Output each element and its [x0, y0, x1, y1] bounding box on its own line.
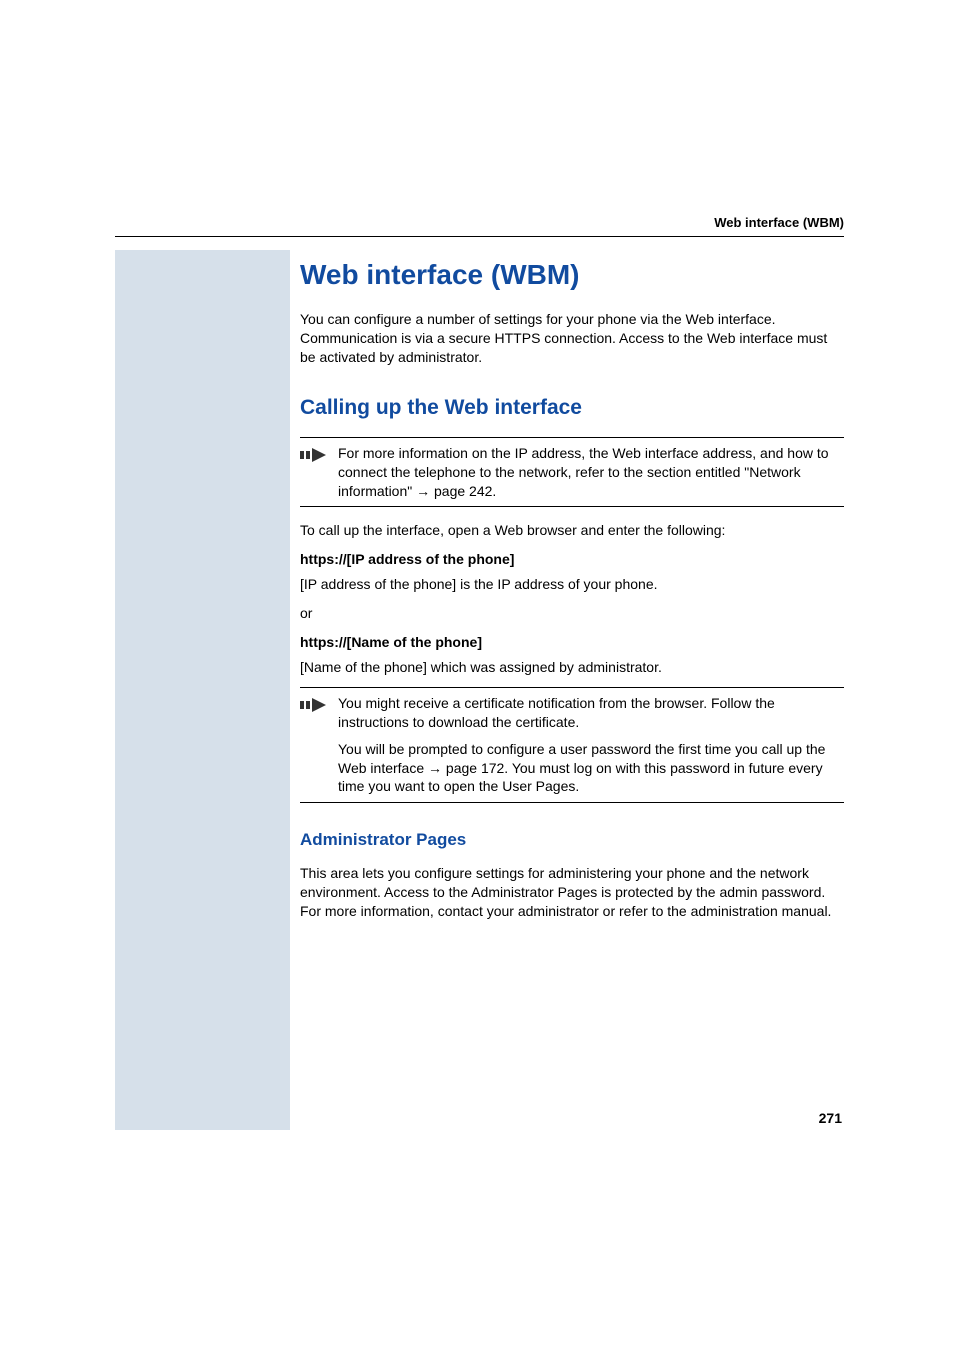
- sidebar-block: [115, 250, 290, 1130]
- note-text: You might receive a certificate notifica…: [338, 694, 844, 796]
- intro-paragraph: You can configure a number of settings f…: [300, 310, 844, 367]
- paragraph: [Name of the phone] which was assigned b…: [300, 658, 844, 677]
- arrow-icon: →: [428, 760, 442, 776]
- url-example-1: https://[IP address of the phone]: [300, 550, 844, 569]
- url-example-2: https://[Name of the phone]: [300, 633, 844, 652]
- page: Web interface (WBM) Web interface (WBM) …: [0, 0, 954, 1351]
- arrow-icon: →: [416, 483, 430, 499]
- note-arrow-icon: [300, 446, 328, 469]
- section-heading-admin-pages: Administrator Pages: [300, 829, 844, 852]
- body-content: Web interface (WBM) You can configure a …: [300, 256, 844, 931]
- note1-text-a: For more information on the IP address, …: [338, 445, 829, 499]
- or-label: or: [300, 604, 844, 623]
- paragraph: This area lets you configure settings fo…: [300, 864, 844, 921]
- note-text: For more information on the IP address, …: [338, 444, 844, 501]
- page-title: Web interface (WBM): [300, 256, 844, 294]
- section-heading-calling-up: Calling up the Web interface: [300, 394, 844, 422]
- paragraph: To call up the interface, open a Web bro…: [300, 521, 844, 540]
- note-block-2: You might receive a certificate notifica…: [300, 687, 844, 803]
- note-block-1: For more information on the IP address, …: [300, 437, 844, 508]
- paragraph: [IP address of the phone] is the IP addr…: [300, 575, 844, 594]
- note2-p1: You might receive a certificate notifica…: [338, 694, 844, 732]
- page-number: 271: [819, 1110, 842, 1126]
- running-header: Web interface (WBM): [714, 215, 844, 230]
- divider: [115, 236, 844, 237]
- note1-text-b: page 242.: [430, 483, 496, 499]
- note-arrow-icon: [300, 696, 328, 719]
